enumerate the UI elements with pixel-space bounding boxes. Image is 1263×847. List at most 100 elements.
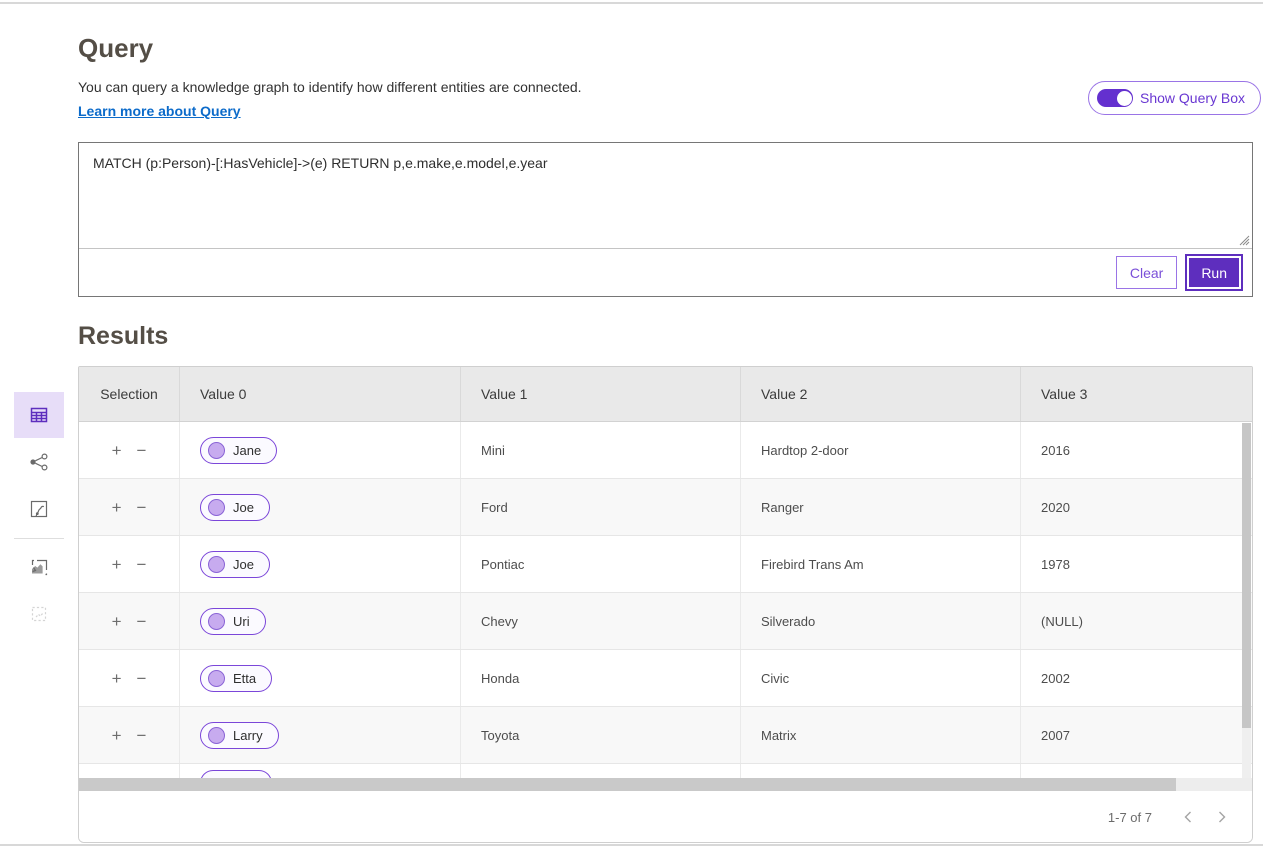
collapse-row-button[interactable]: − [137, 442, 147, 459]
cell-value1: Toyota [460, 707, 740, 763]
cell-value2: Matrix [740, 707, 1020, 763]
entity-dot-icon [208, 727, 225, 744]
table-row: + − Joe Pontiac Firebird Trans Am 1978 [79, 536, 1252, 593]
table-icon [28, 404, 50, 426]
expand-row-button[interactable]: + [112, 442, 122, 459]
expand-row-button[interactable]: + [112, 499, 122, 516]
table-header-row: Selection Value 0 Value 1 Value 2 Value … [79, 367, 1252, 422]
query-input[interactable]: MATCH (p:Person)-[:HasVehicle]->(e) RETU… [79, 143, 1252, 249]
view-toolbar [14, 392, 64, 638]
page-title: Query [78, 33, 153, 64]
table-footer: 1-7 of 7 [79, 791, 1252, 843]
page-description: You can query a knowledge graph to ident… [78, 79, 582, 95]
add-to-map-icon [28, 556, 50, 578]
collapse-row-button[interactable]: − [137, 670, 147, 687]
entity-label: Jane [233, 443, 261, 458]
toggle-switch-icon[interactable] [1097, 89, 1133, 107]
horizontal-scrollbar-thumb[interactable] [79, 778, 1176, 791]
entity-pill[interactable]: Jane [200, 437, 277, 464]
entity-label: Joe [233, 557, 254, 572]
column-header-value3: Value 3 [1020, 367, 1252, 421]
results-table-panel: Selection Value 0 Value 1 Value 2 Value … [78, 366, 1253, 843]
toggle-label: Show Query Box [1140, 90, 1245, 106]
cell-value1: Pontiac [460, 536, 740, 592]
entity-pill[interactable]: Uri [200, 608, 266, 635]
query-text: MATCH (p:Person)-[:HasVehicle]->(e) RETU… [93, 155, 1238, 171]
chevron-right-icon [1218, 811, 1226, 823]
link-chart-icon [28, 451, 50, 473]
cell-value2: Silverado [740, 593, 1020, 649]
cell-value2: Firebird Trans Am [740, 536, 1020, 592]
entity-pill[interactable]: Etta [200, 665, 272, 692]
run-button[interactable]: Run [1187, 256, 1241, 289]
add-to-map-button[interactable] [14, 544, 64, 590]
toolbar-divider [14, 538, 64, 539]
map-icon [28, 498, 50, 520]
entity-dot-icon [208, 613, 225, 630]
resize-handle-icon[interactable] [1236, 232, 1250, 246]
chevron-left-icon [1184, 811, 1192, 823]
table-row: + − Joe Ford Ranger 2020 [79, 479, 1252, 536]
results-title: Results [78, 322, 168, 351]
entity-pill[interactable]: Joe [200, 494, 270, 521]
table-row: + − Uri Chevy Silverado (NULL) [79, 593, 1252, 650]
column-header-value2: Value 2 [740, 367, 1020, 421]
cell-value2: Ranger [740, 479, 1020, 535]
column-header-value1: Value 1 [460, 367, 740, 421]
map-view-button[interactable] [14, 486, 64, 532]
collapse-row-button[interactable]: − [137, 727, 147, 744]
table-row: + − Jane Mini Hardtop 2-door 2016 [79, 422, 1252, 479]
entity-pill[interactable] [200, 770, 272, 778]
entity-dot-icon [208, 670, 225, 687]
collapse-row-button[interactable]: − [137, 499, 147, 516]
cell-value3: 2002 [1020, 650, 1252, 706]
vertical-scrollbar-thumb[interactable] [1242, 423, 1251, 728]
cell-value2: Hardtop 2-door [740, 422, 1020, 478]
entity-pill[interactable]: Larry [200, 722, 279, 749]
new-map-icon [28, 603, 50, 625]
query-box: MATCH (p:Person)-[:HasVehicle]->(e) RETU… [78, 142, 1253, 297]
pagination-range-label: 1-7 of 7 [1108, 810, 1152, 825]
link-chart-view-button[interactable] [14, 439, 64, 485]
cell-value3: (NULL) [1020, 593, 1252, 649]
entity-label: Etta [233, 671, 256, 686]
new-map-button [14, 591, 64, 637]
table-view-button[interactable] [14, 392, 64, 438]
learn-more-link[interactable]: Learn more about Query [78, 103, 241, 119]
collapse-row-button[interactable]: − [137, 613, 147, 630]
show-query-box-toggle[interactable]: Show Query Box [1088, 81, 1261, 115]
entity-dot-icon [208, 442, 225, 459]
next-page-button[interactable] [1212, 807, 1232, 827]
clear-button[interactable]: Clear [1116, 256, 1177, 289]
entity-label: Joe [233, 500, 254, 515]
expand-row-button[interactable]: + [112, 613, 122, 630]
cell-value3: 2007 [1020, 707, 1252, 763]
cell-value3: 2016 [1020, 422, 1252, 478]
query-actions: Clear Run [79, 249, 1252, 296]
cell-value3: 2020 [1020, 479, 1252, 535]
column-header-value0: Value 0 [179, 367, 460, 421]
entity-label: Larry [233, 728, 263, 743]
top-divider [0, 2, 1263, 4]
expand-row-button[interactable]: + [112, 556, 122, 573]
expand-row-button[interactable]: + [112, 670, 122, 687]
toggle-knob [1117, 91, 1132, 106]
cell-value1: Chevy [460, 593, 740, 649]
entity-pill[interactable]: Joe [200, 551, 270, 578]
cell-value1: Honda [460, 650, 740, 706]
collapse-row-button[interactable]: − [137, 556, 147, 573]
entity-dot-icon [208, 556, 225, 573]
previous-page-button[interactable] [1178, 807, 1198, 827]
table-row: + − Larry Toyota Matrix 2007 [79, 707, 1252, 764]
entity-label: Uri [233, 614, 250, 629]
horizontal-scrollbar[interactable] [79, 778, 1252, 791]
vertical-scrollbar[interactable] [1242, 423, 1251, 778]
column-header-selection: Selection [79, 367, 179, 421]
table-row: + − Etta Honda Civic 2002 [79, 650, 1252, 707]
expand-row-button[interactable]: + [112, 727, 122, 744]
cell-value1: Ford [460, 479, 740, 535]
bottom-divider [0, 844, 1263, 846]
cell-value3: 1978 [1020, 536, 1252, 592]
cell-value2: Civic [740, 650, 1020, 706]
cell-value1: Mini [460, 422, 740, 478]
